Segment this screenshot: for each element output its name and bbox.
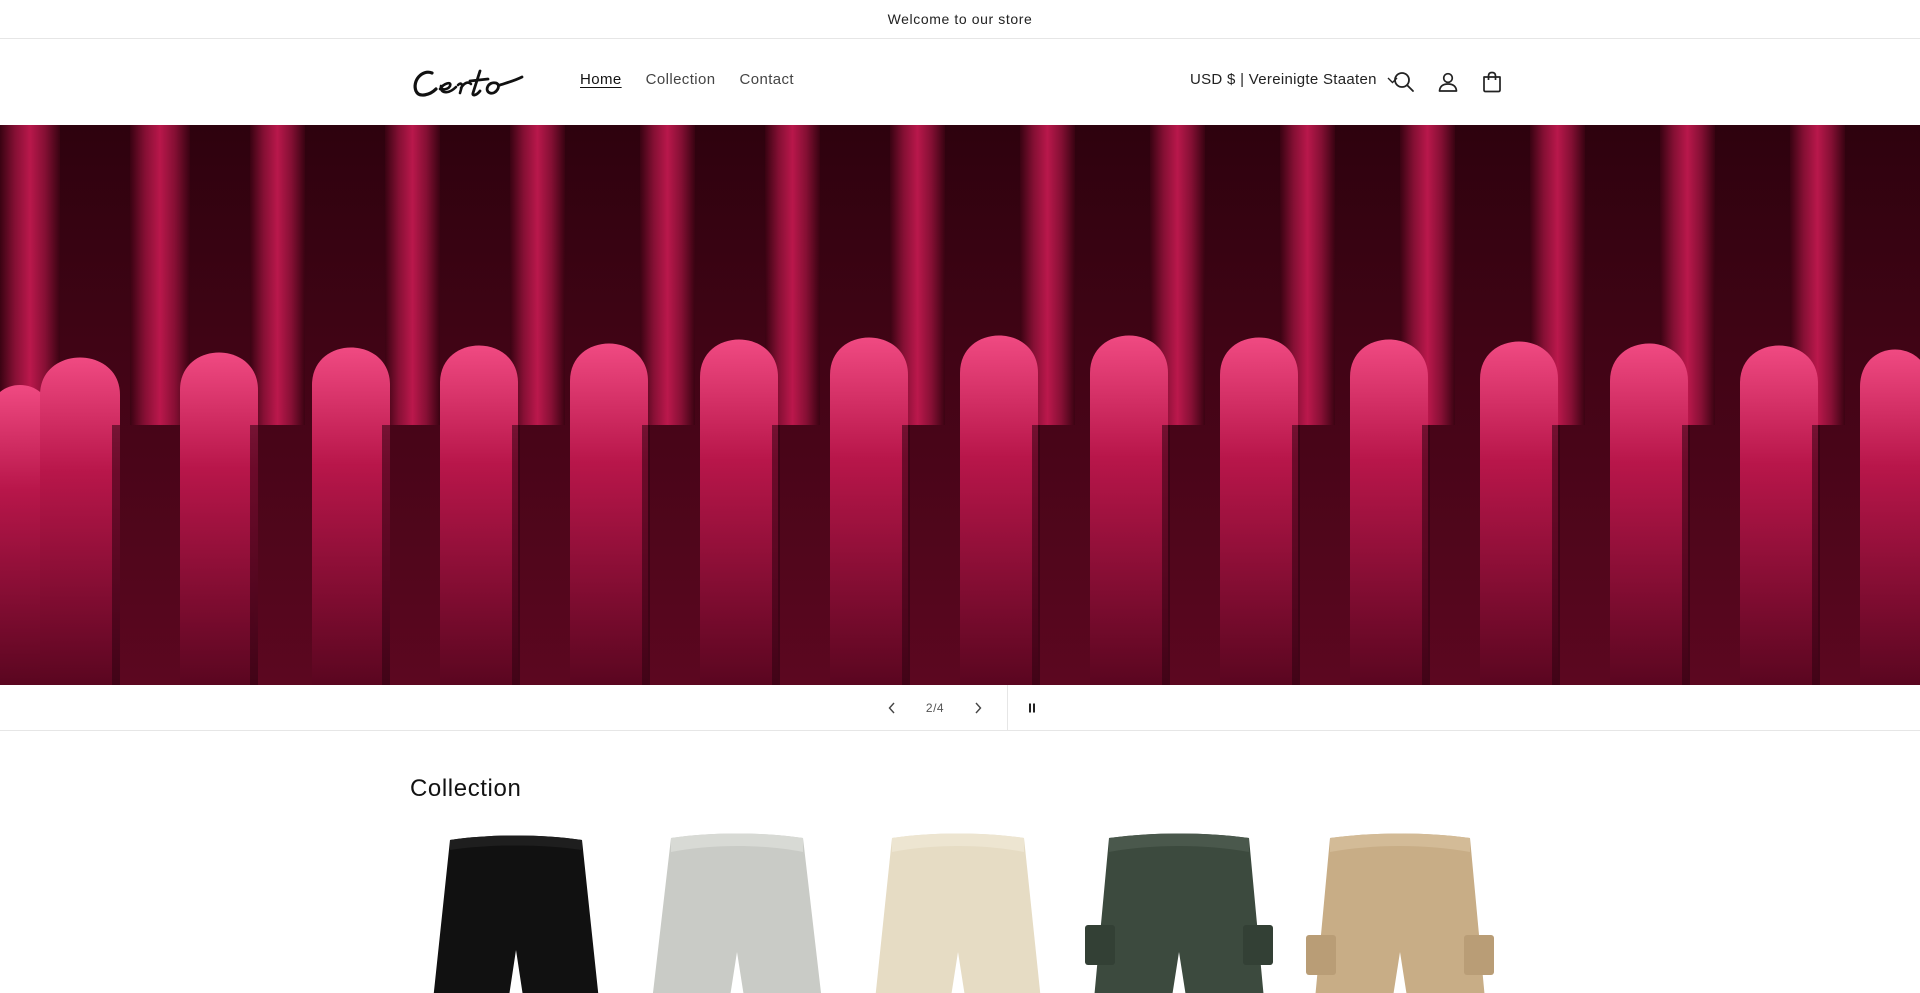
- previous-slide-button[interactable]: [880, 685, 904, 731]
- pause-slideshow-button[interactable]: [1020, 685, 1044, 731]
- collection-heading: Collection: [410, 775, 522, 802]
- main-nav: Home Collection Contact: [580, 70, 818, 90]
- locale-label: USD $ | Vereinigte Staaten: [1190, 71, 1377, 88]
- announcement-bar: Welcome to our store: [0, 0, 1920, 39]
- pause-icon: [1029, 703, 1035, 713]
- search-button[interactable]: [1391, 69, 1417, 95]
- dark-green-cargo-shorts-image: [1085, 833, 1273, 993]
- next-slide-button[interactable]: [966, 685, 990, 731]
- nav-collection[interactable]: Collection: [646, 70, 716, 90]
- site-header: Home Collection Contact USD $ | Vereinig…: [0, 39, 1920, 125]
- product-card[interactable]: [852, 830, 1064, 993]
- logo[interactable]: [410, 59, 540, 105]
- product-card[interactable]: [1073, 830, 1285, 993]
- khaki-cargo-shorts-image: [1306, 833, 1494, 993]
- slide-counter: 2/4: [925, 701, 945, 715]
- chevron-left-icon: [888, 702, 895, 714]
- nav-home[interactable]: Home: [580, 70, 622, 90]
- account-button[interactable]: [1435, 69, 1461, 95]
- black-shorts-image: [433, 835, 599, 993]
- chevron-right-icon: [975, 702, 982, 714]
- product-card[interactable]: [1294, 830, 1506, 993]
- product-card[interactable]: [631, 830, 843, 993]
- currency-country-selector[interactable]: USD $ | Vereinigte Staaten: [1190, 70, 1398, 90]
- product-grid: [410, 830, 1510, 993]
- cart-icon: [1483, 71, 1501, 93]
- cart-button[interactable]: [1479, 69, 1505, 95]
- knit-fabric-image: [0, 125, 1920, 685]
- cream-shorts-image: [875, 833, 1041, 993]
- hero-slide-image: [0, 125, 1920, 685]
- product-card[interactable]: [410, 830, 622, 993]
- search-icon: [1394, 72, 1414, 92]
- account-icon: [1438, 72, 1458, 92]
- light-grey-shorts-image: [652, 833, 822, 993]
- slideshow-controls: 2/4: [0, 685, 1920, 731]
- certo-logo-wordmark: [413, 69, 524, 97]
- controls-divider: [1007, 685, 1008, 731]
- nav-contact[interactable]: Contact: [740, 70, 795, 90]
- announcement-text: Welcome to our store: [887, 11, 1033, 27]
